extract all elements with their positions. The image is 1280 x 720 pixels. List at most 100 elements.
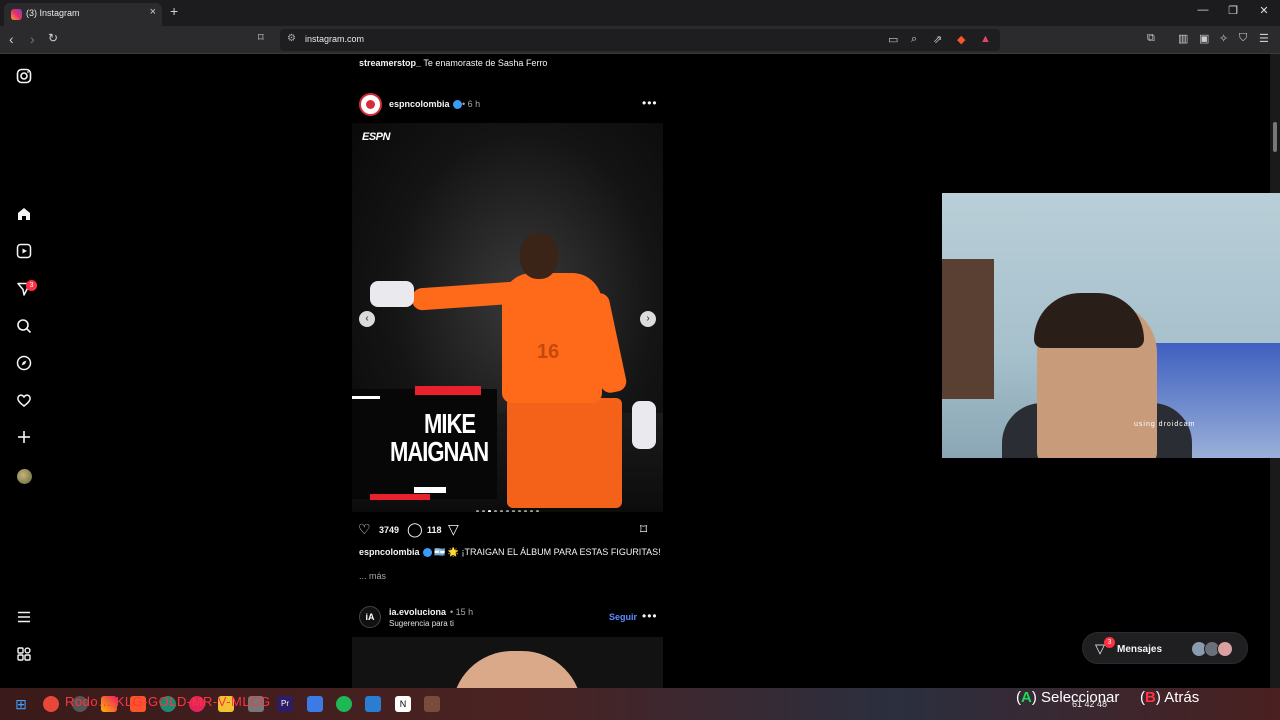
close-tab-icon[interactable]: ×: [150, 6, 156, 18]
red-accent-bar-bottom: [370, 494, 430, 500]
home-icon[interactable]: [14, 206, 34, 226]
browser-menu-icon[interactable]: ☰: [1259, 32, 1269, 45]
premiere-icon[interactable]: Pr: [277, 696, 293, 712]
sidebar-icon[interactable]: ▥: [1178, 32, 1188, 45]
carousel-dot: [500, 510, 503, 512]
save-icon[interactable]: ⌑: [640, 521, 647, 538]
white-accent-bar: [352, 396, 380, 399]
carousel-next-button[interactable]: ›: [640, 311, 656, 327]
bookmark-icon[interactable]: ⌑: [258, 31, 264, 44]
webcam-watermark: using droidcam: [1134, 421, 1196, 428]
messages-badge: 3: [1104, 637, 1115, 648]
jersey-number: 16: [537, 341, 560, 363]
post-author-avatar[interactable]: [359, 93, 382, 116]
instagram-logo-icon[interactable]: [14, 68, 34, 88]
site-info-icon[interactable]: ⚙: [287, 33, 296, 44]
explore-icon[interactable]: [14, 355, 34, 375]
next-post-time: • 15 h: [450, 607, 474, 617]
menu-icon[interactable]: [14, 609, 34, 629]
webcam-overlay: using droidcam: [942, 193, 1280, 458]
comment-count[interactable]: 118: [427, 525, 442, 535]
post-time: • 6 h: [462, 99, 481, 109]
url-bar[interactable]: ⚙ instagram.com ▭ ⌕ ⇗ ◆ ▲: [280, 29, 1000, 51]
carousel-dot: [530, 510, 533, 512]
carousel-dot: [518, 510, 521, 512]
threads-icon[interactable]: [14, 646, 34, 666]
browser-tab[interactable]: (3) Instagram ×: [4, 3, 162, 26]
post-caption: espncolombia 🇦🇷 🌟 ¡TRAIGAN EL ÁLBUM PARA…: [359, 547, 661, 558]
minimize-button[interactable]: —: [1188, 4, 1218, 16]
heart-icon[interactable]: [14, 392, 34, 412]
close-window-button[interactable]: ✕: [1249, 4, 1279, 17]
brave-shields-icon[interactable]: ◆: [957, 33, 965, 46]
next-post-media[interactable]: [352, 637, 663, 688]
more-link[interactable]: ... más: [359, 571, 386, 581]
brave-rewards-icon[interactable]: ▲: [980, 33, 991, 45]
spotify-icon[interactable]: [336, 696, 352, 712]
suggestion-label: Sugerencia para ti: [389, 619, 454, 628]
search-icon[interactable]: [14, 318, 34, 338]
leo-ai-icon[interactable]: ✧: [1219, 32, 1228, 45]
comment-icon[interactable]: ◯: [407, 521, 423, 538]
messages-label: Mensajes: [1117, 644, 1163, 655]
like-icon[interactable]: ♡: [358, 521, 371, 538]
caption-username[interactable]: espncolombia: [359, 547, 420, 557]
espn-logo: ESPN: [362, 131, 390, 143]
post-options-icon[interactable]: •••: [642, 96, 658, 110]
vscode-icon[interactable]: [365, 696, 381, 712]
maximize-button[interactable]: ❐: [1218, 4, 1248, 17]
next-post-username[interactable]: ia.evoluciona: [389, 607, 446, 617]
back-hint: (B) Atrás: [1140, 689, 1200, 706]
windows-start-icon[interactable]: ⊞: [13, 696, 29, 712]
next-post-image-subject: [452, 651, 582, 688]
wallet-icon[interactable]: ▣: [1199, 32, 1209, 45]
select-key: A: [1021, 689, 1032, 706]
app-icon[interactable]: [307, 696, 323, 712]
player-glove: [370, 281, 414, 307]
next-post-avatar[interactable]: iA: [359, 606, 381, 628]
app-icon[interactable]: [424, 696, 440, 712]
create-icon[interactable]: [14, 429, 34, 449]
notion-icon[interactable]: N: [395, 696, 411, 712]
tab-title: (3) Instagram: [26, 8, 80, 18]
scrollbar-thumb[interactable]: [1273, 122, 1277, 152]
carousel-dot: [536, 510, 539, 512]
back-label: Atrás: [1164, 689, 1200, 706]
extensions-icon[interactable]: ⧉: [1147, 32, 1155, 45]
carousel-prev-button[interactable]: ‹: [359, 311, 375, 327]
tab-bar: (3) Instagram × + — ❐ ✕: [0, 0, 1280, 26]
next-post-options-icon[interactable]: •••: [642, 609, 658, 623]
screen-icon[interactable]: ▭: [888, 33, 898, 46]
post-media-carousel[interactable]: ESPN 16 MIKE MAIGNAN ‹ ›: [352, 123, 663, 512]
post-username[interactable]: espncolombia: [389, 99, 462, 110]
post-username-text[interactable]: espncolombia: [389, 99, 450, 109]
red-accent-bar: [415, 386, 481, 395]
zoom-icon[interactable]: ⌕: [911, 33, 917, 46]
carousel-indicator: [476, 500, 542, 512]
streamer-hair: [1034, 293, 1144, 348]
messages-button[interactable]: ▽ 3 Mensajes: [1082, 632, 1248, 664]
white-accent-bar-bottom: [414, 487, 446, 493]
reload-icon[interactable]: ↻: [48, 31, 58, 45]
carousel-dot: [494, 510, 497, 512]
carousel-dot: [488, 510, 491, 512]
share-icon[interactable]: ⇗: [933, 33, 942, 46]
url-text[interactable]: instagram.com: [305, 34, 364, 44]
vpn-icon[interactable]: ⛉: [1239, 32, 1247, 45]
new-tab-button[interactable]: +: [170, 3, 178, 19]
forward-icon[interactable]: ›: [30, 31, 35, 47]
like-count[interactable]: 3749: [379, 525, 399, 535]
direct-badge: 3: [26, 280, 37, 291]
back-icon[interactable]: ‹: [9, 31, 14, 47]
previous-caption-text: Te enamoraste de Sasha Ferro: [423, 58, 548, 68]
profile-avatar[interactable]: [17, 469, 32, 484]
follow-button[interactable]: Seguir: [609, 612, 637, 622]
player-last-name: MAIGNAN: [390, 435, 489, 467]
reels-icon[interactable]: [14, 243, 34, 263]
windows-taskbar: ⊞ Pr N Rodo… KLG-GOLD-MR-V-MLCG (A) Sele…: [0, 688, 1280, 720]
carousel-dot: [512, 510, 515, 512]
share-icon[interactable]: ▽: [448, 521, 459, 538]
previous-caption-username[interactable]: streamerstop_: [359, 58, 421, 68]
player-glove-left: [632, 401, 656, 449]
chrome-icon[interactable]: [43, 696, 59, 712]
